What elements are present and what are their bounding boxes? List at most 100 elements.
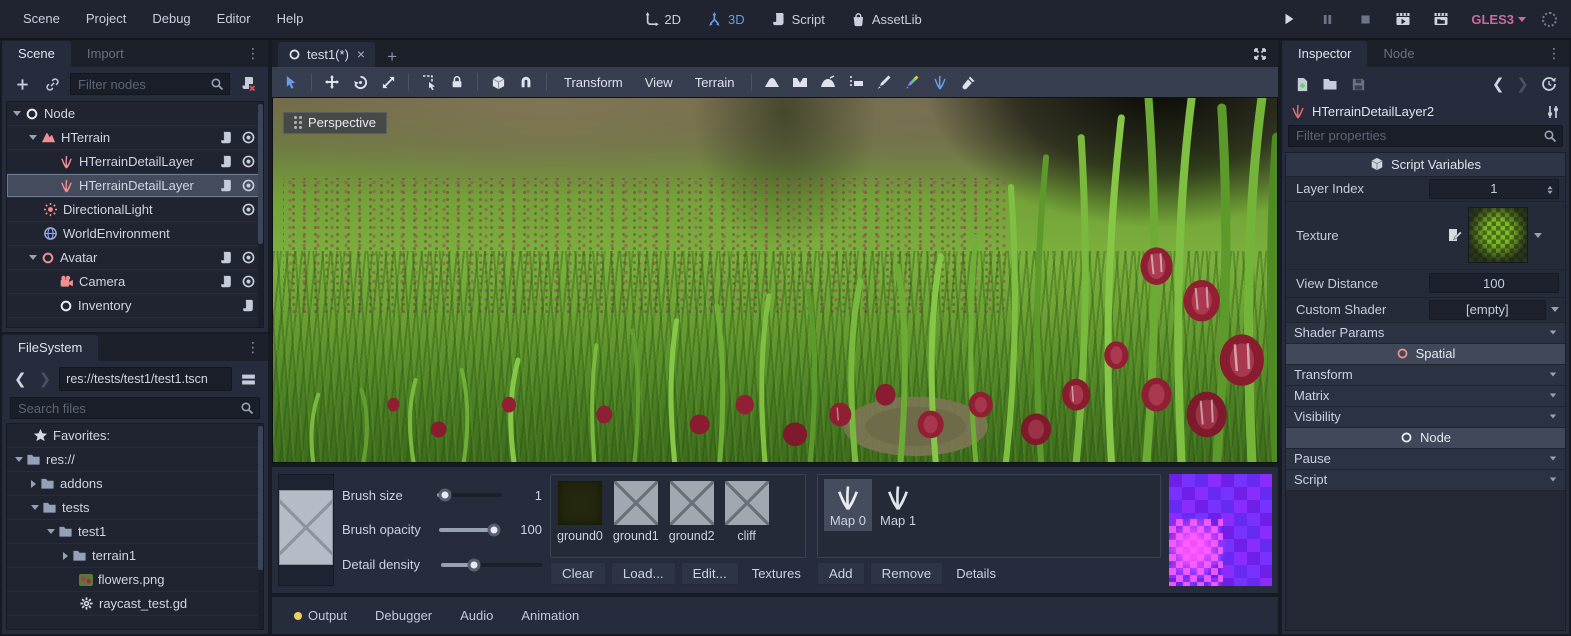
tab-scene[interactable]: Scene [2, 41, 71, 67]
object-history-button[interactable] [1537, 72, 1561, 96]
layer-index-field[interactable]: 1 [1429, 179, 1559, 199]
load-texture-button[interactable]: Load... [611, 562, 676, 585]
detach-script-button[interactable] [236, 72, 260, 96]
dock-menu-icon[interactable]: ⋮ [238, 339, 268, 356]
script-icon[interactable] [237, 299, 259, 313]
custom-shader-field[interactable]: [empty] [1429, 300, 1546, 320]
dock-menu-icon[interactable]: ⋮ [1539, 45, 1569, 62]
expander-icon[interactable] [47, 529, 55, 534]
tab-node[interactable]: Node [1367, 41, 1430, 67]
texture-item-ground2[interactable]: ground2 [669, 481, 715, 543]
play-button[interactable] [1275, 6, 1303, 32]
workspace-assetlib-button[interactable]: AssetLib [843, 8, 930, 31]
visibility-eye-icon[interactable] [237, 154, 259, 169]
expander-icon[interactable] [29, 135, 37, 140]
terrain-detail-tool[interactable] [927, 70, 953, 94]
section-script[interactable]: Script [1286, 470, 1565, 491]
brush-opacity-slider[interactable] [439, 528, 501, 532]
history-forward-button[interactable]: ❯ [35, 370, 56, 388]
expander-icon[interactable] [63, 552, 68, 560]
view-distance-field[interactable]: 100 [1429, 273, 1559, 293]
texture-item-cliff[interactable]: cliff [725, 481, 769, 543]
current-path-field[interactable]: res://tests/test1/test1.tscn [59, 367, 232, 391]
update-spinner-icon[interactable] [1542, 12, 1557, 27]
map-item-1[interactable]: Map 1 [874, 479, 922, 531]
detail-density-slider[interactable] [441, 563, 542, 567]
tree-row-hterrain[interactable]: HTerrain [7, 126, 263, 150]
edit-texture-button[interactable]: Edit... [681, 562, 739, 585]
filter-properties-input[interactable] [1288, 125, 1563, 147]
detail-map-preview[interactable] [1169, 474, 1272, 586]
section-pause[interactable]: Pause [1286, 449, 1565, 470]
move-tool-button[interactable] [319, 70, 345, 94]
search-files-input[interactable] [10, 397, 260, 419]
scene-tab-test1[interactable]: test1(*) × [278, 42, 375, 67]
tab-filesystem[interactable]: FileSystem [2, 335, 98, 361]
tree-row-detaillayer1[interactable]: HTerrainDetailLayer [7, 150, 263, 174]
spinner-updown-icon[interactable] [1544, 181, 1556, 196]
close-icon[interactable]: × [357, 46, 365, 62]
brush-shape-selected[interactable] [279, 490, 333, 565]
history-back-button[interactable]: ❮ [10, 370, 31, 388]
fs-row-res[interactable]: res:// [7, 448, 263, 472]
list-select-button[interactable] [416, 70, 442, 94]
debugger-tab[interactable]: Debugger [363, 603, 444, 628]
stop-button[interactable] [1351, 6, 1379, 32]
split-mode-toggle[interactable] [236, 367, 260, 391]
3d-viewport[interactable]: Perspective [272, 97, 1278, 463]
terrain-paint-tool[interactable] [871, 70, 897, 94]
tree-row-detaillayer2-selected[interactable]: HTerrainDetailLayer [7, 174, 263, 198]
tab-inspector[interactable]: Inspector [1282, 41, 1367, 67]
lock-button[interactable] [444, 70, 470, 94]
expander-icon[interactable] [13, 111, 21, 116]
menu-project[interactable]: Project [73, 0, 139, 38]
instance-scene-button[interactable] [40, 72, 64, 96]
rotate-tool-button[interactable] [347, 70, 373, 94]
tree-row-worldenvironment[interactable]: WorldEnvironment [7, 222, 263, 246]
workspace-script-button[interactable]: Script [763, 8, 833, 31]
terrain-lower-tool[interactable] [787, 70, 813, 94]
section-matrix[interactable]: Matrix [1286, 386, 1565, 407]
distraction-free-icon[interactable] [1242, 45, 1278, 62]
play-custom-scene-button[interactable] [1427, 6, 1455, 32]
terrain-flatten-tool[interactable] [843, 70, 869, 94]
load-resource-button[interactable] [1318, 72, 1342, 96]
script-icon[interactable] [215, 275, 237, 289]
save-resource-button[interactable] [1346, 72, 1370, 96]
fs-row-tests[interactable]: tests [7, 496, 263, 520]
texture-item-ground1[interactable]: ground1 [613, 481, 659, 543]
renderer-dropdown[interactable]: GLES3 [1471, 12, 1526, 27]
tree-row-node[interactable]: Node [7, 102, 263, 126]
terrain-smooth-tool[interactable] [815, 70, 841, 94]
fs-row-flowers-png[interactable]: flowers.png [7, 568, 263, 592]
visibility-eye-icon[interactable] [237, 250, 259, 265]
script-icon[interactable] [215, 251, 237, 265]
scale-tool-button[interactable] [375, 70, 401, 94]
history-back-button[interactable]: ❮ [1488, 75, 1509, 93]
visibility-eye-icon[interactable] [237, 274, 259, 289]
fs-row-test1[interactable]: test1 [7, 520, 263, 544]
pause-button[interactable] [1313, 6, 1341, 32]
tree-row-directionallight[interactable]: DirectionalLight [7, 198, 263, 222]
texture-preview-thumbnail[interactable] [1468, 207, 1528, 263]
section-visibility[interactable]: Visibility [1286, 407, 1565, 428]
workspace-2d-button[interactable]: 2D [635, 8, 689, 31]
group-button[interactable] [485, 70, 511, 94]
terrain-erode-tool[interactable] [955, 70, 981, 94]
fs-row-favorites[interactable]: Favorites: [7, 424, 263, 448]
visibility-eye-icon[interactable] [237, 178, 259, 193]
perspective-menu[interactable]: Perspective [283, 112, 387, 134]
script-icon[interactable] [215, 131, 237, 145]
expander-icon[interactable] [29, 255, 37, 260]
tree-row-inventory[interactable]: Inventory [7, 294, 263, 318]
chevron-down-icon[interactable] [1551, 307, 1559, 312]
filesystem-scrollbar[interactable] [258, 424, 263, 629]
terrain-raise-tool[interactable] [759, 70, 785, 94]
history-forward-button[interactable]: ❯ [1512, 75, 1533, 93]
fs-row-terrain1[interactable]: terrain1 [7, 544, 263, 568]
visibility-eye-icon[interactable] [237, 202, 259, 217]
output-tab[interactable]: Output [282, 603, 359, 628]
menu-scene[interactable]: Scene [10, 0, 73, 38]
transform-menu[interactable]: Transform [554, 75, 633, 90]
visibility-eye-icon[interactable] [237, 130, 259, 145]
